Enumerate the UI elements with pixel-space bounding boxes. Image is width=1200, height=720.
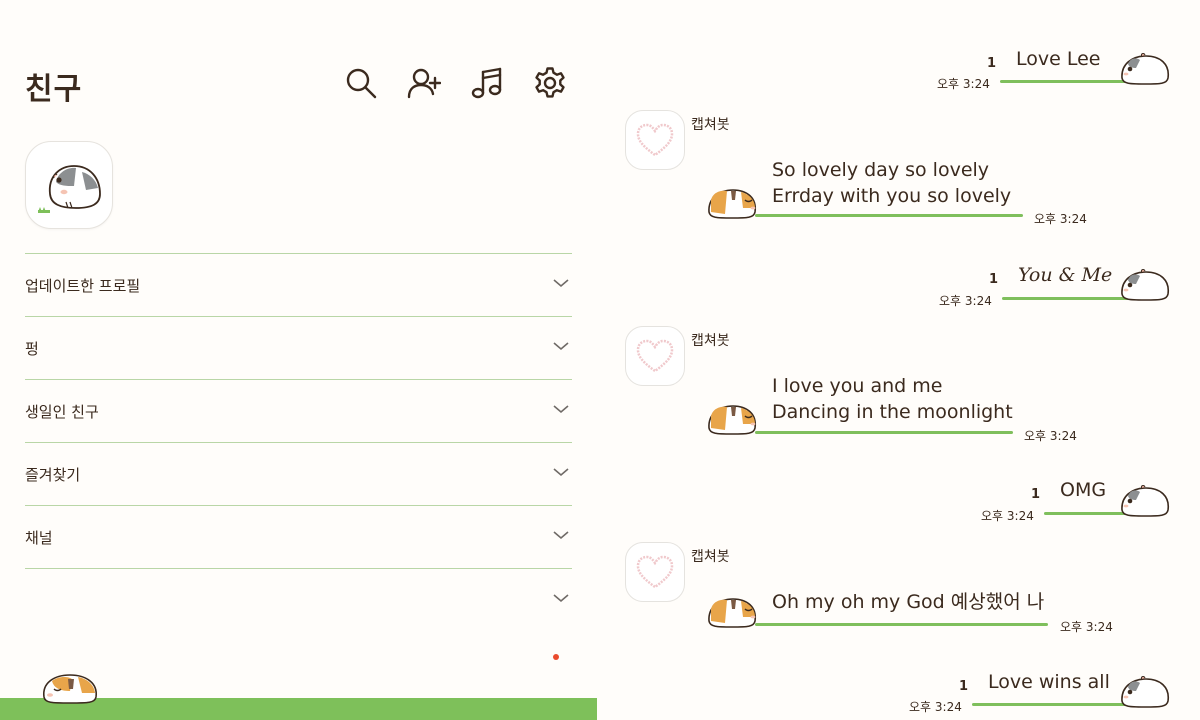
sender-name: 캡쳐봇 <box>691 333 730 349</box>
sender-avatar[interactable] <box>625 326 685 386</box>
message-underline <box>755 431 1013 434</box>
page-title: 친구 <box>25 72 83 107</box>
menu-row-channels[interactable]: 채널 <box>25 505 572 568</box>
chevron-down-icon <box>552 337 572 359</box>
guinea-pig-icon <box>705 595 759 629</box>
chat-room: Love Lee 1 오후 3:24 캡쳐봇 So lovely day so … <box>597 0 1200 720</box>
menu-label: 생일인 친구 <box>25 402 99 421</box>
menu-label: 채널 <box>25 528 53 547</box>
incoming-message-line: I love you and me <box>772 375 943 397</box>
sender-avatar[interactable] <box>625 542 685 602</box>
incoming-message-line: Dancing in the moonlight <box>772 401 1013 423</box>
guinea-pig-icon <box>1118 52 1172 86</box>
outgoing-message-text: You & Me <box>1018 264 1113 286</box>
music-icon[interactable] <box>470 66 504 100</box>
menu-label: 즐겨찾기 <box>25 465 81 484</box>
read-count: 1 <box>989 272 999 287</box>
message-time: 오후 3:24 <box>1024 429 1077 443</box>
menu-row-peong[interactable]: 펑 <box>25 316 572 379</box>
sender-avatar[interactable] <box>625 110 685 170</box>
grass-tuft-icon <box>403 692 421 707</box>
search-icon[interactable] <box>344 66 378 100</box>
menu-row-updated-profiles[interactable]: 업데이트한 프로필 <box>25 253 572 316</box>
guinea-pig-icon <box>1118 484 1172 518</box>
menu-row-favorites[interactable]: 즐겨찾기 <box>25 442 572 505</box>
my-profile-avatar[interactable] <box>25 141 113 229</box>
grass-tuft-icon <box>517 692 535 707</box>
grass-tuft-icon <box>175 692 193 707</box>
chevron-down-icon <box>552 463 572 485</box>
incoming-message-line: Oh my oh my God 예상했어 나 <box>772 591 1045 613</box>
read-count: 1 <box>987 56 997 71</box>
add-friend-icon[interactable] <box>407 66 441 100</box>
menu-row-birthday-friends[interactable]: 생일인 친구 <box>25 379 572 442</box>
read-count: 1 <box>1031 487 1041 502</box>
guinea-pig-icon <box>1118 675 1172 709</box>
message-time: 오후 3:24 <box>981 509 1034 523</box>
incoming-message-line: So lovely day so lovely <box>772 159 990 181</box>
chevron-down-icon <box>552 526 572 548</box>
friend-menu-list: 업데이트한 프로필 펑 생일인 친구 즐겨찾기 채널 <box>25 253 572 631</box>
friends-panel: 친구 업데이트한 프로필 펑 생일인 친구 즐겨찾기 채널 <box>0 0 597 720</box>
message-time: 오후 3:24 <box>937 77 990 91</box>
chevron-down-icon <box>552 274 572 296</box>
menu-row-more[interactable] <box>25 568 572 631</box>
message-underline <box>755 623 1048 626</box>
toolbar <box>344 66 567 100</box>
guinea-pig-icon <box>40 671 100 705</box>
menu-label: 업데이트한 프로필 <box>25 276 141 295</box>
read-count: 1 <box>959 679 969 694</box>
notification-dot <box>553 654 559 660</box>
grass-tuft-icon <box>289 692 307 707</box>
outgoing-message-text: Love Lee <box>1016 48 1101 70</box>
settings-icon[interactable] <box>533 66 567 100</box>
chevron-down-icon <box>552 400 572 422</box>
message-time: 오후 3:24 <box>939 294 992 308</box>
guinea-pig-icon <box>705 186 759 220</box>
outgoing-message-text: Love wins all <box>988 671 1110 693</box>
sender-name: 캡쳐봇 <box>691 549 730 565</box>
guinea-pig-icon <box>705 402 759 436</box>
message-time: 오후 3:24 <box>909 700 962 714</box>
incoming-message-line: Errday with you so lovely <box>772 185 1012 207</box>
guinea-pig-icon <box>1118 268 1172 302</box>
outgoing-message-text: OMG <box>1060 479 1107 501</box>
message-underline <box>755 214 1023 217</box>
message-time: 오후 3:24 <box>1060 620 1113 634</box>
message-time: 오후 3:24 <box>1034 212 1087 226</box>
chevron-down-icon <box>552 589 572 611</box>
sender-name: 캡쳐봇 <box>691 117 730 133</box>
menu-label: 펑 <box>25 339 39 358</box>
